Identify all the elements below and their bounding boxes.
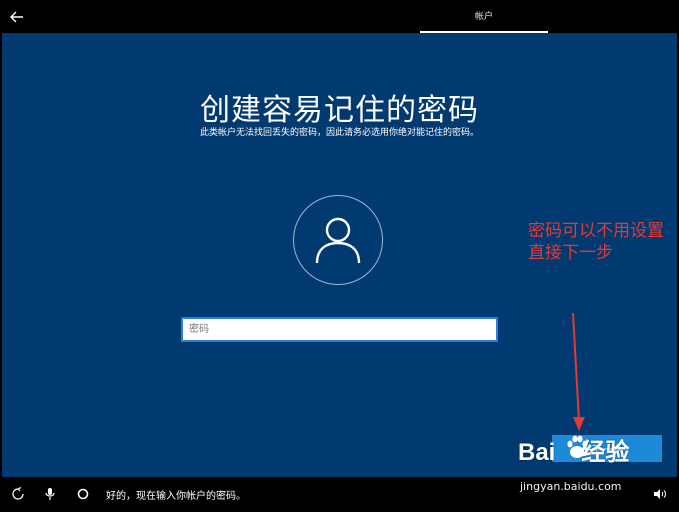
password-input[interactable]	[181, 317, 498, 342]
user-icon	[315, 217, 361, 264]
main-panel: 创建容易记住的密码 此类帐户无法找回丢失的密码，因此请务必选用你绝对能记住的密码…	[2, 33, 677, 477]
page-title: 创建容易记住的密码	[200, 93, 479, 128]
avatar	[293, 195, 383, 285]
cortana-button[interactable]	[75, 486, 91, 502]
top-bar: 帐户	[0, 0, 679, 33]
microphone-icon	[45, 488, 55, 500]
watermark-url: jingyan.baidu.com	[520, 480, 622, 493]
annotation-line-1: 密码可以不用设置	[528, 221, 664, 241]
status-text: 好的，现在输入你帐户的密码。	[106, 491, 246, 502]
baidu-watermark: Bai 经验 jingyan.baidu.com	[518, 432, 673, 500]
ease-of-access-button[interactable]	[10, 486, 26, 502]
page-subtitle: 此类帐户无法找回丢失的密码，因此请务必选用你绝对能记住的密码。	[199, 128, 479, 138]
back-arrow-icon	[10, 11, 23, 23]
ease-of-access-icon	[12, 487, 24, 500]
annotation-line-2: 直接下一步	[528, 243, 613, 263]
annotation-text: 密码可以不用设置 直接下一步	[528, 220, 664, 264]
back-button[interactable]	[6, 6, 28, 28]
microphone-button[interactable]	[42, 486, 58, 502]
cortana-icon	[77, 488, 89, 500]
tab-account[interactable]: 帐户	[420, 0, 548, 33]
baidu-paw-icon	[567, 435, 588, 458]
annotation-arrow-icon	[572, 313, 585, 431]
